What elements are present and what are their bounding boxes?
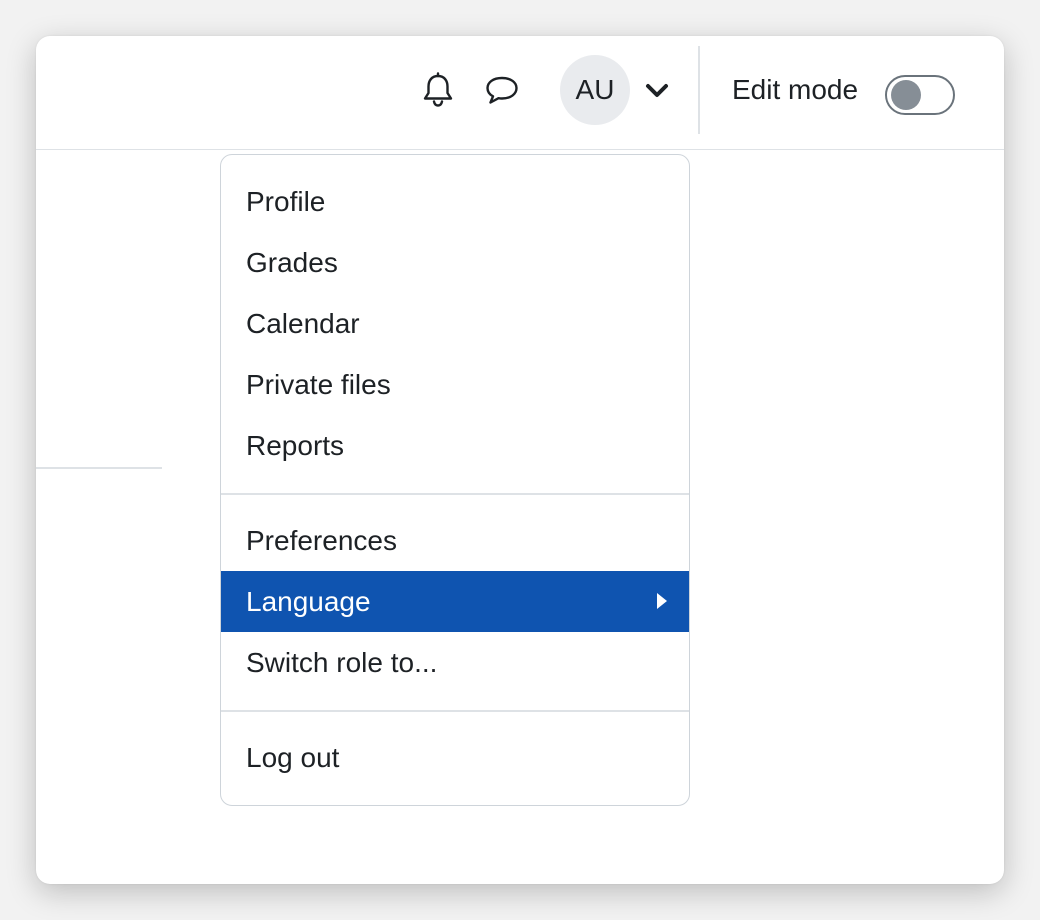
menu-item-label: Private files	[246, 368, 391, 400]
chevron-down-icon[interactable]	[642, 76, 672, 106]
menu-item-label: Log out	[246, 741, 340, 773]
menu-item-language[interactable]: Language	[221, 571, 689, 632]
bell-icon[interactable]	[418, 70, 458, 110]
navbar-divider	[698, 46, 700, 134]
menu-item-label: Profile	[246, 185, 326, 217]
menu-divider	[221, 493, 689, 495]
menu-item-calendar[interactable]: Calendar	[221, 293, 689, 354]
edit-mode-label: Edit mode	[732, 74, 859, 105]
menu-item-preferences[interactable]: Preferences	[221, 510, 689, 571]
edit-mode-toggle[interactable]	[885, 75, 955, 115]
menu-item-private-files[interactable]: Private files	[221, 354, 689, 415]
menu-item-reports[interactable]: Reports	[221, 415, 689, 476]
avatar-initials: AU	[575, 74, 615, 105]
page-content-divider	[36, 467, 162, 469]
menu-item-label: Switch role to...	[246, 646, 438, 678]
menu-item-label: Grades	[246, 246, 338, 278]
chat-bubble-icon[interactable]	[482, 70, 522, 110]
top-navbar: AU Edit mode	[36, 36, 1004, 150]
menu-divider	[221, 710, 689, 712]
app-window: AU Edit mode Profile Grades Calendar Pri…	[36, 36, 1004, 884]
menu-item-switch-role[interactable]: Switch role to...	[221, 632, 689, 693]
user-avatar[interactable]: AU	[560, 55, 630, 125]
menu-item-label: Preferences	[246, 524, 397, 556]
caret-right-icon	[657, 593, 667, 609]
menu-item-log-out[interactable]: Log out	[221, 727, 689, 788]
menu-item-profile[interactable]: Profile	[221, 171, 689, 232]
menu-item-label: Calendar	[246, 307, 360, 339]
menu-item-grades[interactable]: Grades	[221, 232, 689, 293]
edit-mode-toggle-knob	[891, 80, 921, 110]
menu-item-label: Language	[246, 585, 371, 617]
user-menu-dropdown: Profile Grades Calendar Private files Re…	[220, 154, 690, 806]
menu-item-label: Reports	[246, 429, 345, 461]
